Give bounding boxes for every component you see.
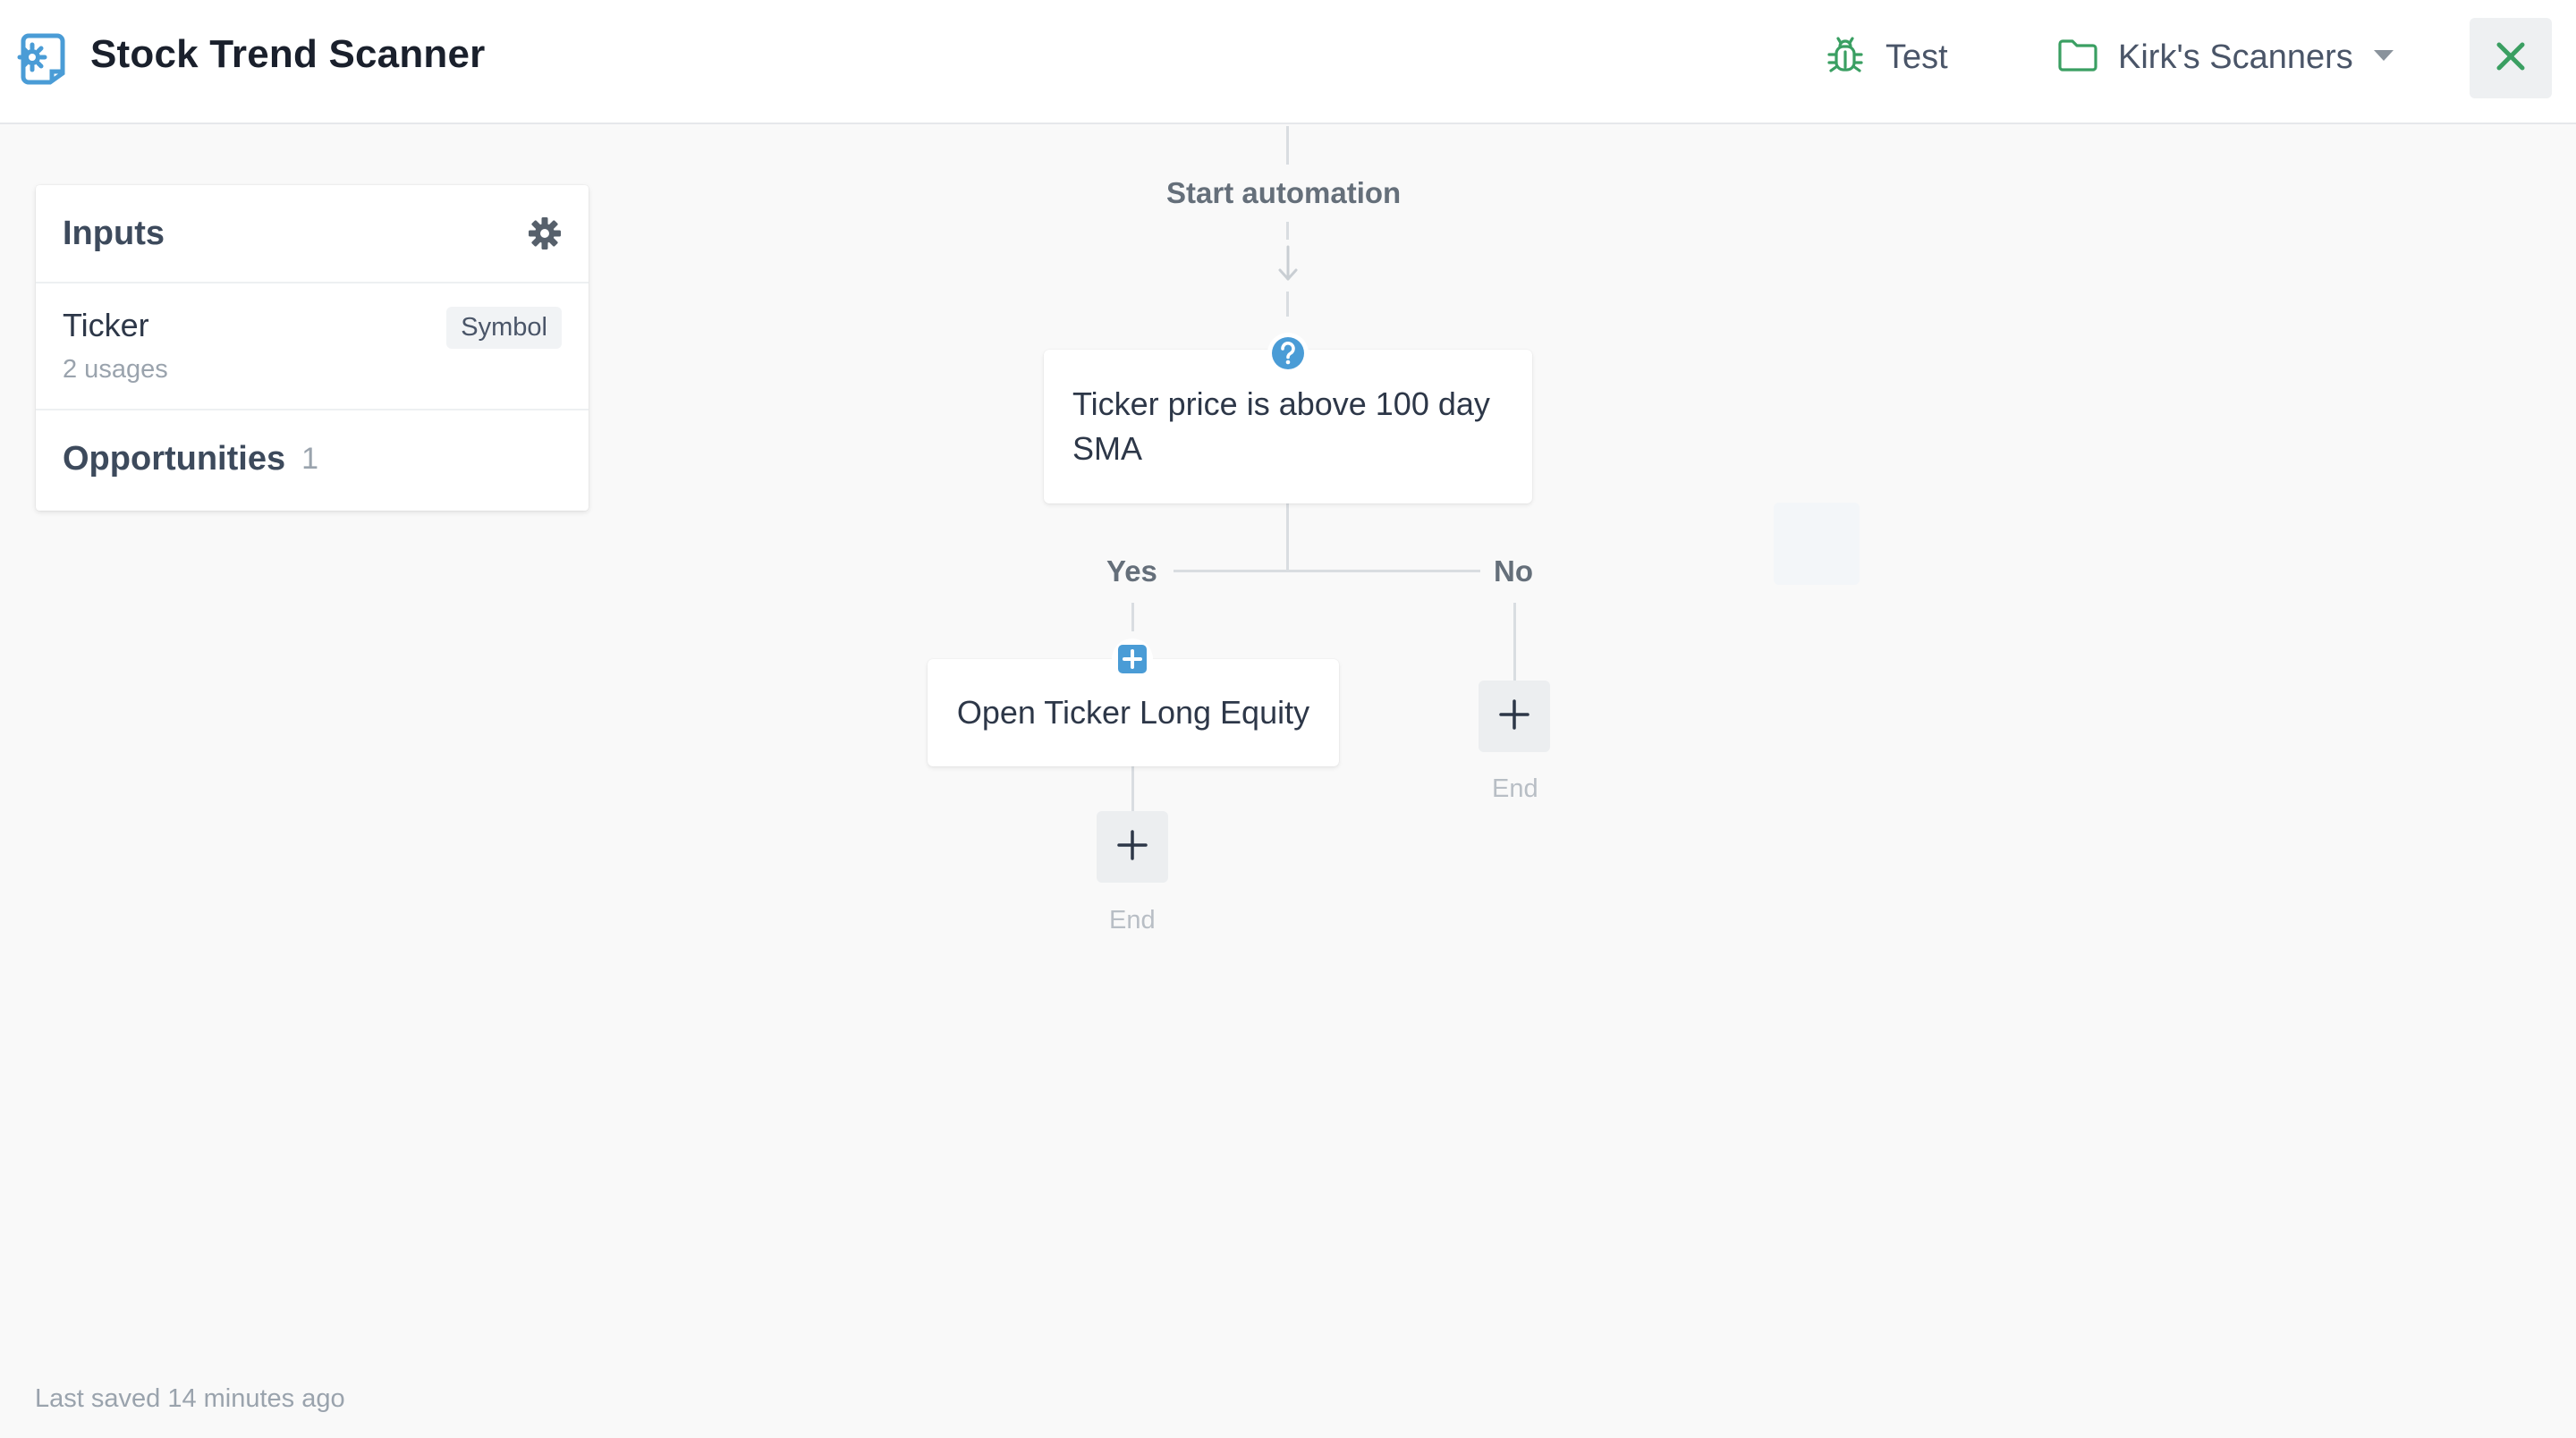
folder-name: Kirk's Scanners [2118,38,2353,76]
connector-line [1286,222,1289,240]
plus-icon [1116,829,1148,866]
connector-line [1513,603,1516,681]
connector-line [1131,603,1134,631]
gear-icon[interactable] [528,216,562,250]
test-button[interactable]: Test [1825,30,1948,84]
inputs-panel-header: Inputs [36,185,589,283]
input-type-badge: Symbol [446,307,562,349]
bug-icon [1825,35,1866,80]
add-step-button-yes[interactable] [1097,811,1168,883]
plus-square-icon [1112,639,1153,680]
condition-text-line2: SMA [1072,430,1143,467]
action-text: Open Ticker Long Equity [956,694,1310,731]
opportunities-count: 1 [301,441,319,476]
opportunities-label: Opportunities [63,439,286,478]
test-button-label: Test [1885,38,1948,76]
folder-icon [2057,38,2098,78]
page-title: Stock Trend Scanner [90,32,486,76]
start-automation-label: Start automation [1166,176,1402,209]
close-icon [2496,41,2526,76]
input-usages: 2 usages [63,355,168,384]
input-item-ticker[interactable]: Ticker 2 usages Symbol [36,283,589,410]
no-branch-label: No [1494,554,1533,588]
yes-branch-label: Yes [1106,554,1157,588]
scanner-app-icon [16,30,68,86]
inputs-panel-title: Inputs [63,214,165,252]
condition-text-line1: Ticker price is above 100 day [1072,385,1490,422]
last-saved-status: Last saved 14 minutes ago [35,1384,345,1413]
connector-line [1286,292,1289,317]
opportunities-row[interactable]: Opportunities 1 [36,410,589,507]
caret-down-icon [2373,49,2394,66]
plus-icon [1498,698,1530,735]
end-label-yes: End [1109,906,1156,935]
close-button[interactable] [2470,18,2552,98]
connector-line [1174,570,1480,572]
connector-line [1286,503,1289,572]
top-bar: Stock Trend Scanner Test Kirk's Scanners [0,0,2576,124]
connector-line [1286,126,1289,165]
folder-dropdown[interactable]: Kirk's Scanners [2057,30,2394,84]
question-icon [1267,333,1309,374]
inputs-panel: Inputs Ticker 2 usages Symbol Opportunit… [36,185,589,511]
connector-line [1131,766,1134,812]
end-label-no: End [1492,774,1538,803]
drop-zone-placeholder [1774,503,1860,585]
add-step-button-no[interactable] [1479,681,1550,752]
arrow-down-icon [1276,243,1300,289]
